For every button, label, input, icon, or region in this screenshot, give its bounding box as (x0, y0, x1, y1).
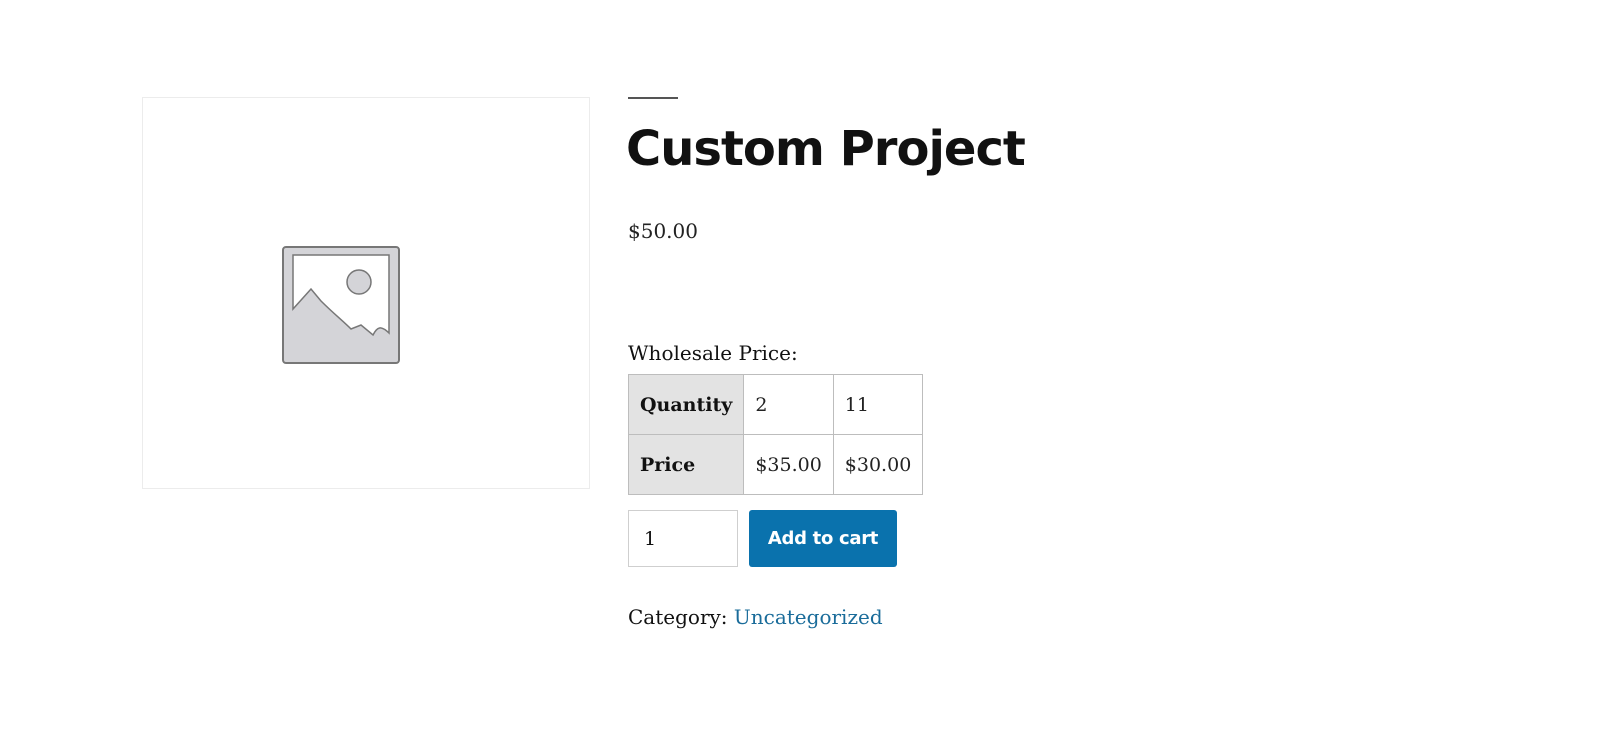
quantity-tier-1: 2 (743, 374, 834, 435)
price-tier-2: $30.00 (832, 434, 924, 495)
title-divider (628, 97, 678, 99)
wholesale-price-label: Wholesale Price: (628, 341, 798, 365)
add-to-cart-button[interactable]: Add to cart (749, 510, 897, 567)
quantity-header: Quantity (627, 374, 745, 435)
quantity-tier-2: 11 (832, 374, 924, 435)
category-label: Category: (628, 605, 728, 629)
price-header: Price (627, 434, 745, 495)
price-tier-1: $35.00 (743, 434, 834, 495)
product-summary: Custom Project $50.00 Wholesale Price: Q… (626, 97, 1328, 629)
quantity-input[interactable] (628, 510, 738, 567)
table-row-quantity: Quantity 2 11 (627, 374, 924, 435)
product-image[interactable] (142, 97, 590, 489)
wholesale-price-table: Quantity 2 11 Price $35.00 $30.00 (627, 374, 924, 495)
category-link[interactable]: Uncategorized (734, 605, 883, 629)
table-row-price: Price $35.00 $30.00 (627, 434, 924, 495)
product-category: Category: Uncategorized (628, 605, 883, 629)
product-price: $50.00 (628, 219, 698, 243)
image-placeholder-icon (282, 246, 400, 364)
product-title: Custom Project (626, 121, 1026, 177)
